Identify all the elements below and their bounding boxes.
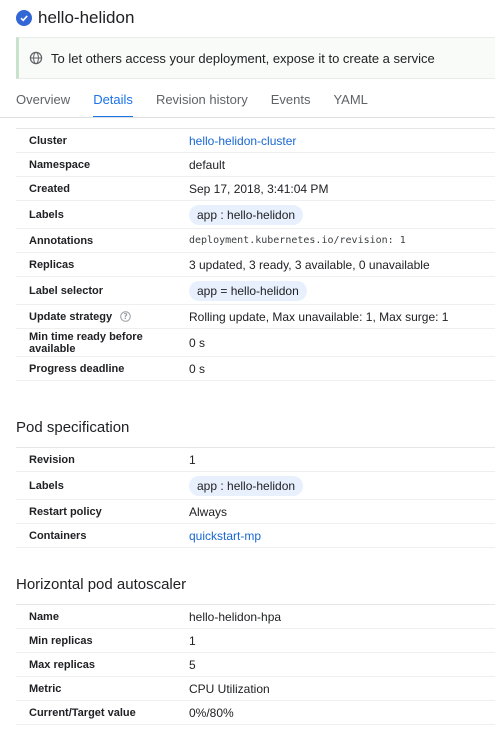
namespace-label: Namespace bbox=[29, 158, 91, 171]
container-link[interactable]: quickstart-mp bbox=[189, 529, 261, 543]
restart-policy-label: Restart policy bbox=[29, 505, 102, 518]
table-row: Progress deadline 0 s bbox=[16, 357, 495, 381]
replicas-label: Replicas bbox=[29, 258, 75, 271]
page-title: hello-helidon bbox=[38, 8, 135, 27]
table-row: Current/Target value 0%/80% bbox=[16, 701, 495, 725]
pod-spec-title: Pod specification bbox=[16, 419, 130, 436]
svg-text:?: ? bbox=[123, 312, 127, 321]
metric-label: Metric bbox=[29, 682, 62, 695]
table-row: Min time ready before available 0 s bbox=[16, 329, 495, 357]
created-label: Created bbox=[29, 182, 70, 195]
tab-bar: Overview Details Revision history Events… bbox=[16, 90, 391, 118]
globe-icon bbox=[29, 51, 43, 65]
banner-text: To let others access your deployment, ex… bbox=[51, 50, 435, 66]
namespace-value: default bbox=[189, 157, 226, 172]
max-replicas-label: Max replicas bbox=[29, 658, 96, 671]
table-row: Update strategy ? Rolling update, Max un… bbox=[16, 305, 495, 329]
table-row: Labels app : hello-helidon bbox=[16, 472, 495, 500]
table-row: Min replicas 1 bbox=[16, 629, 495, 653]
help-icon[interactable]: ? bbox=[120, 311, 131, 322]
min-replicas-value: 1 bbox=[189, 633, 196, 648]
current-target-label: Current/Target value bbox=[29, 706, 136, 719]
table-row: Annotations deployment.kubernetes.io/rev… bbox=[16, 229, 495, 253]
pod-label-chip: app : hello-helidon bbox=[189, 475, 304, 496]
table-row: Max replicas 5 bbox=[16, 653, 495, 677]
table-row: Restart policy Always bbox=[16, 500, 495, 524]
check-circle-icon bbox=[16, 10, 32, 26]
tab-overview[interactable]: Overview bbox=[16, 90, 70, 118]
tab-divider bbox=[0, 117, 495, 118]
label-chip: app : hello-helidon bbox=[189, 204, 304, 225]
tab-revision-history[interactable]: Revision history bbox=[156, 90, 248, 118]
table-row: Label selector app = hello-helidon bbox=[16, 277, 495, 305]
details-table: Cluster hello-helidon-cluster Namespace … bbox=[16, 128, 495, 381]
update-strategy-label: Update strategy bbox=[29, 310, 113, 323]
labels-label: Labels bbox=[29, 208, 64, 221]
update-strategy-value: Rolling update, Max unavailable: 1, Max … bbox=[189, 309, 449, 324]
hpa-name-value: hello-helidon-hpa bbox=[189, 609, 282, 624]
table-row: Revision 1 bbox=[16, 448, 495, 472]
metric-value: CPU Utilization bbox=[189, 681, 270, 696]
tab-yaml[interactable]: YAML bbox=[333, 90, 367, 118]
hpa-table: Name hello-helidon-hpa Min replicas 1 Ma… bbox=[16, 604, 495, 725]
created-value: Sep 17, 2018, 3:41:04 PM bbox=[189, 181, 329, 196]
progress-deadline-value: 0 s bbox=[189, 361, 206, 376]
replicas-value: 3 updated, 3 ready, 3 available, 0 unava… bbox=[189, 257, 430, 272]
table-row: Labels app : hello-helidon bbox=[16, 201, 495, 229]
cluster-label: Cluster bbox=[29, 134, 67, 147]
revision-value: 1 bbox=[189, 452, 196, 467]
label-selector-chip: app = hello-helidon bbox=[189, 280, 307, 301]
expose-service-banner: To let others access your deployment, ex… bbox=[16, 37, 495, 79]
table-row: Name hello-helidon-hpa bbox=[16, 605, 495, 629]
hpa-name-label: Name bbox=[29, 610, 59, 623]
tab-details[interactable]: Details bbox=[93, 90, 133, 118]
min-ready-value: 0 s bbox=[189, 335, 206, 350]
table-row: Cluster hello-helidon-cluster bbox=[16, 129, 495, 153]
update-strategy-key: Update strategy ? bbox=[29, 305, 131, 328]
revision-label: Revision bbox=[29, 453, 75, 466]
table-row: Metric CPU Utilization bbox=[16, 677, 495, 701]
table-row: Namespace default bbox=[16, 153, 495, 177]
label-selector-label: Label selector bbox=[29, 284, 103, 297]
hpa-title: Horizontal pod autoscaler bbox=[16, 576, 187, 593]
cluster-link[interactable]: hello-helidon-cluster bbox=[189, 134, 296, 148]
table-row: Containers quickstart-mp bbox=[16, 524, 495, 548]
pod-spec-table: Revision 1 Labels app : hello-helidon Re… bbox=[16, 447, 495, 548]
page-header: hello-helidon bbox=[16, 6, 134, 30]
table-row: Replicas 3 updated, 3 ready, 3 available… bbox=[16, 253, 495, 277]
annotations-label: Annotations bbox=[29, 234, 94, 247]
table-row: Created Sep 17, 2018, 3:41:04 PM bbox=[16, 177, 495, 201]
max-replicas-value: 5 bbox=[189, 657, 196, 672]
annotations-value: deployment.kubernetes.io/revision: 1 bbox=[189, 235, 406, 246]
pod-labels-label: Labels bbox=[29, 479, 64, 492]
tab-events[interactable]: Events bbox=[271, 90, 311, 118]
containers-label: Containers bbox=[29, 529, 87, 542]
restart-policy-value: Always bbox=[189, 504, 228, 519]
progress-deadline-label: Progress deadline bbox=[29, 362, 125, 375]
min-ready-label: Min time ready before available bbox=[29, 330, 143, 355]
current-target-value: 0%/80% bbox=[189, 705, 234, 720]
min-replicas-label: Min replicas bbox=[29, 634, 93, 647]
